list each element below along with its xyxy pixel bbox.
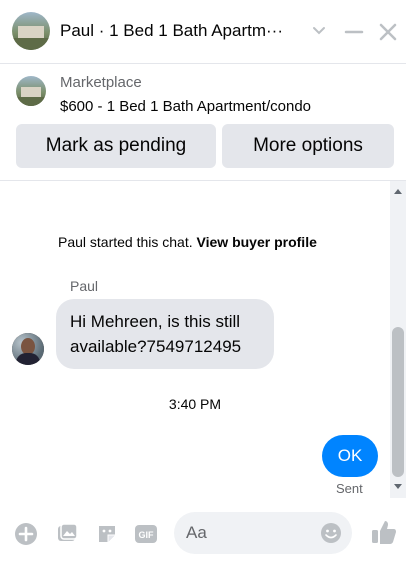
svg-text:GIF: GIF — [139, 530, 155, 540]
chat-header: Paul · 1 Bed 1 Bath Apartm··· — [0, 0, 406, 64]
avatar[interactable] — [12, 333, 44, 365]
listing-avatar[interactable] — [12, 12, 50, 50]
more-options-button[interactable]: More options — [222, 124, 394, 168]
gif-icon[interactable]: GIF — [134, 522, 158, 546]
close-icon[interactable] — [378, 22, 398, 42]
thumbs-up-icon[interactable] — [370, 518, 398, 546]
message-timestamp: 3:40 PM — [168, 396, 222, 412]
message-composer: GIF — [0, 498, 406, 563]
view-buyer-profile-link[interactable]: View buyer profile — [197, 234, 317, 250]
chat-title[interactable]: Paul · 1 Bed 1 Bath Apartm··· — [60, 21, 283, 41]
marketplace-label: Marketplace — [60, 74, 142, 91]
mark-as-pending-button[interactable]: Mark as pending — [16, 124, 216, 168]
outgoing-message[interactable]: OK — [322, 435, 378, 477]
scroll-down-arrow[interactable] — [394, 484, 402, 489]
sender-name: Paul — [70, 278, 99, 294]
chevron-down-icon[interactable] — [312, 24, 326, 38]
incoming-message-line: available?7549712495 — [70, 337, 242, 356]
message-list: Paul started this chat. View buyer profi… — [0, 180, 406, 499]
incoming-message-line: Hi Mehreen, is this still — [70, 312, 241, 331]
scrollbar[interactable] — [390, 181, 406, 499]
minimize-icon[interactable] — [344, 22, 364, 42]
photo-icon[interactable] — [55, 522, 79, 546]
scroll-up-arrow[interactable] — [394, 189, 402, 194]
incoming-message[interactable]: Hi Mehreen, is this still available?7549… — [56, 299, 274, 369]
scroll-thumb[interactable] — [392, 327, 404, 477]
message-input[interactable] — [186, 512, 316, 554]
message-input-wrapper — [174, 512, 352, 554]
listing-thumbnail[interactable] — [16, 76, 46, 106]
plus-icon[interactable] — [14, 522, 38, 546]
marketplace-card: Marketplace $600 - 1 Bed 1 Bath Apartmen… — [0, 64, 406, 180]
listing-title[interactable]: $600 - 1 Bed 1 Bath Apartment/condo — [60, 98, 311, 115]
chat-start-text: Paul started this chat. — [58, 234, 193, 250]
sticker-icon[interactable] — [95, 522, 119, 546]
sent-status: Sent — [336, 481, 363, 496]
emoji-icon[interactable] — [320, 522, 342, 544]
chat-start-notice: Paul started this chat. View buyer profi… — [58, 234, 317, 250]
